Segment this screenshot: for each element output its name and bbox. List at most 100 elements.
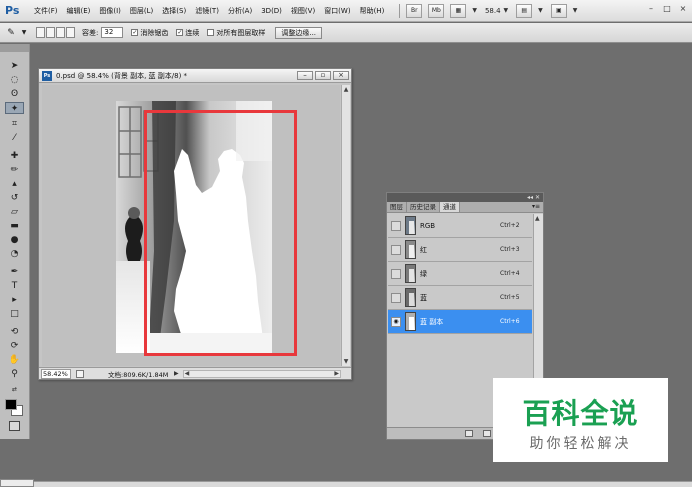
hand-tool-icon[interactable]: ✋ <box>5 354 24 366</box>
contiguous-option[interactable]: ✓ 连续 <box>176 28 199 38</box>
panel-menu-icon[interactable]: ▾≡ <box>532 202 540 212</box>
quick-mask-icon[interactable] <box>9 421 20 431</box>
eyedropper-tool-icon[interactable]: ⁄ <box>5 132 24 144</box>
menu-file[interactable]: 文件(F) <box>34 6 58 16</box>
menu-view[interactable]: 视图(V) <box>291 6 315 16</box>
channel-row-red[interactable]: 红 Ctrl+3 <box>388 238 532 262</box>
antialias-label: 消除锯齿 <box>140 28 169 37</box>
zoom-level[interactable]: 58.4 <box>485 7 501 15</box>
visibility-toggle[interactable] <box>391 244 401 255</box>
tools-panel-header[interactable] <box>0 44 29 52</box>
pen-tool-icon[interactable]: ✒ <box>5 266 24 278</box>
marquee-tool-icon[interactable]: ◌ <box>5 74 24 86</box>
menu-help[interactable]: 帮助(H) <box>360 6 385 16</box>
magic-wand-tool-icon[interactable]: ✎ <box>4 26 18 40</box>
channel-row-green[interactable]: 绿 Ctrl+4 <box>388 262 532 286</box>
healing-brush-tool-icon[interactable]: ✚ <box>5 150 24 162</box>
tab-layers[interactable]: 图层 <box>387 202 407 212</box>
visibility-toggle[interactable] <box>391 220 401 231</box>
zoom-tool-icon[interactable]: ⚲ <box>5 368 24 380</box>
history-brush-tool-icon[interactable]: ↺ <box>5 192 24 204</box>
menu-select[interactable]: 选择(S) <box>162 6 186 16</box>
minimized-window-tab[interactable] <box>0 479 34 487</box>
subtract-selection-icon[interactable] <box>56 27 65 38</box>
menu-image[interactable]: 图像(I) <box>99 6 121 16</box>
brush-tool-icon[interactable]: ✏ <box>5 164 24 176</box>
shape-tool-icon[interactable]: □ <box>5 308 24 320</box>
eye-icon[interactable]: ◉ <box>391 316 401 327</box>
document-horizontal-scrollbar[interactable]: ◀ ▶ <box>182 369 341 378</box>
scroll-right-icon[interactable]: ▶ <box>334 370 339 377</box>
lasso-tool-icon[interactable]: ʘ <box>5 88 24 100</box>
document-close-icon[interactable]: × <box>333 71 349 80</box>
arrange-dropdown-icon[interactable]: ▼ <box>538 7 543 14</box>
menu-analysis[interactable]: 分析(A) <box>228 6 252 16</box>
channel-row-blue[interactable]: 蓝 Ctrl+5 <box>388 286 532 310</box>
view-extras-dropdown-icon[interactable]: ▼ <box>472 7 477 14</box>
scroll-up-icon[interactable]: ▲ <box>342 85 350 94</box>
document-size-info: 文档:809.6K/1.84M <box>108 370 169 379</box>
type-tool-icon[interactable]: T <box>5 280 24 292</box>
visibility-toggle[interactable] <box>391 268 401 279</box>
status-info-icon[interactable] <box>76 369 84 378</box>
screen-mode-button[interactable]: ▣ <box>550 3 567 18</box>
sample-all-layers-checkbox[interactable] <box>207 29 215 36</box>
close-icon[interactable]: × <box>678 4 688 14</box>
maximize-icon[interactable]: □ <box>662 4 672 14</box>
gradient-tool-icon[interactable]: ▬ <box>5 220 24 232</box>
minimize-icon[interactable]: – <box>646 4 656 14</box>
refine-edge-button[interactable]: 调整边缘... <box>275 26 323 39</box>
menu-window[interactable]: 窗口(W) <box>324 6 350 16</box>
tab-channels[interactable]: 通道 <box>440 202 460 212</box>
document-restore-icon[interactable]: ▫ <box>315 71 331 80</box>
channel-row-rgb[interactable]: RGB Ctrl+2 <box>388 214 532 238</box>
channel-row-blue-copy[interactable]: ◉ 蓝 副本 Ctrl+6 <box>388 310 532 334</box>
move-tool-icon[interactable]: ➤ <box>5 60 24 72</box>
intersect-selection-icon[interactable] <box>66 27 75 38</box>
canvas-area[interactable] <box>42 85 340 366</box>
add-selection-icon[interactable] <box>46 27 55 38</box>
arrange-documents-button[interactable]: ▤ <box>516 3 533 18</box>
status-menu-arrow-icon[interactable]: ▶ <box>174 370 179 377</box>
foreground-color-swatch[interactable] <box>5 399 17 410</box>
mini-bridge-button[interactable]: Mb <box>428 3 445 18</box>
magic-wand-tool-icon[interactable]: ✦ <box>5 102 24 114</box>
dodge-tool-icon[interactable]: ◔ <box>5 248 24 260</box>
scroll-left-icon[interactable]: ◀ <box>185 370 190 377</box>
document-title-bar[interactable]: Ps 0.psd @ 58.4% (背景 副本, 蓝 副本/8) * – ▫ × <box>39 69 351 83</box>
3d-rotate-tool-icon[interactable]: ⟲ <box>5 326 24 338</box>
menu-filter[interactable]: 滤镜(T) <box>195 6 219 16</box>
panel-title-bar[interactable]: ◂◂ ✕ <box>387 193 543 202</box>
save-selection-as-channel-icon[interactable] <box>483 430 491 437</box>
blur-tool-icon[interactable]: ● <box>5 234 24 246</box>
menu-3d[interactable]: 3D(D) <box>261 7 282 15</box>
document-vertical-scrollbar[interactable]: ▲ ▼ <box>341 85 350 366</box>
view-extras-button[interactable]: ▦ <box>450 3 467 18</box>
clone-stamp-tool-icon[interactable]: ▴ <box>5 178 24 190</box>
load-channel-as-selection-icon[interactable] <box>465 430 473 437</box>
3d-orbit-tool-icon[interactable]: ⟳ <box>5 340 24 352</box>
contiguous-checkbox[interactable]: ✓ <box>176 29 184 36</box>
menu-layer[interactable]: 图层(L) <box>130 6 153 16</box>
panel-collapse-icon[interactable]: ◂◂ ✕ <box>527 193 540 202</box>
visibility-toggle[interactable] <box>391 292 401 303</box>
document-minimize-icon[interactable]: – <box>297 71 313 80</box>
crop-tool-icon[interactable]: ⌗ <box>5 118 24 130</box>
tolerance-input[interactable]: 32 <box>101 27 124 38</box>
eraser-tool-icon[interactable]: ▱ <box>5 206 24 218</box>
new-selection-icon[interactable] <box>36 27 45 38</box>
tab-history[interactable]: 历史记录 <box>407 202 440 212</box>
swap-colors-icon[interactable]: ⇄ <box>5 384 24 396</box>
document-zoom-field[interactable]: 58.42% <box>41 368 71 379</box>
scroll-down-icon[interactable]: ▼ <box>342 357 350 366</box>
sample-all-layers-option[interactable]: 对所有图层取样 <box>207 28 265 38</box>
scroll-up-icon[interactable]: ▲ <box>535 215 540 222</box>
antialias-checkbox[interactable]: ✓ <box>131 29 139 36</box>
menu-edit[interactable]: 编辑(E) <box>67 6 91 16</box>
tool-preset-dropdown-icon[interactable]: ▼ <box>20 26 28 40</box>
bridge-button[interactable]: Br <box>406 3 423 18</box>
antialias-option[interactable]: ✓ 消除锯齿 <box>131 28 168 38</box>
screen-mode-dropdown-icon[interactable]: ▼ <box>573 7 578 14</box>
zoom-dropdown-icon[interactable]: ▼ <box>504 7 509 14</box>
path-selection-tool-icon[interactable]: ▸ <box>5 294 24 306</box>
